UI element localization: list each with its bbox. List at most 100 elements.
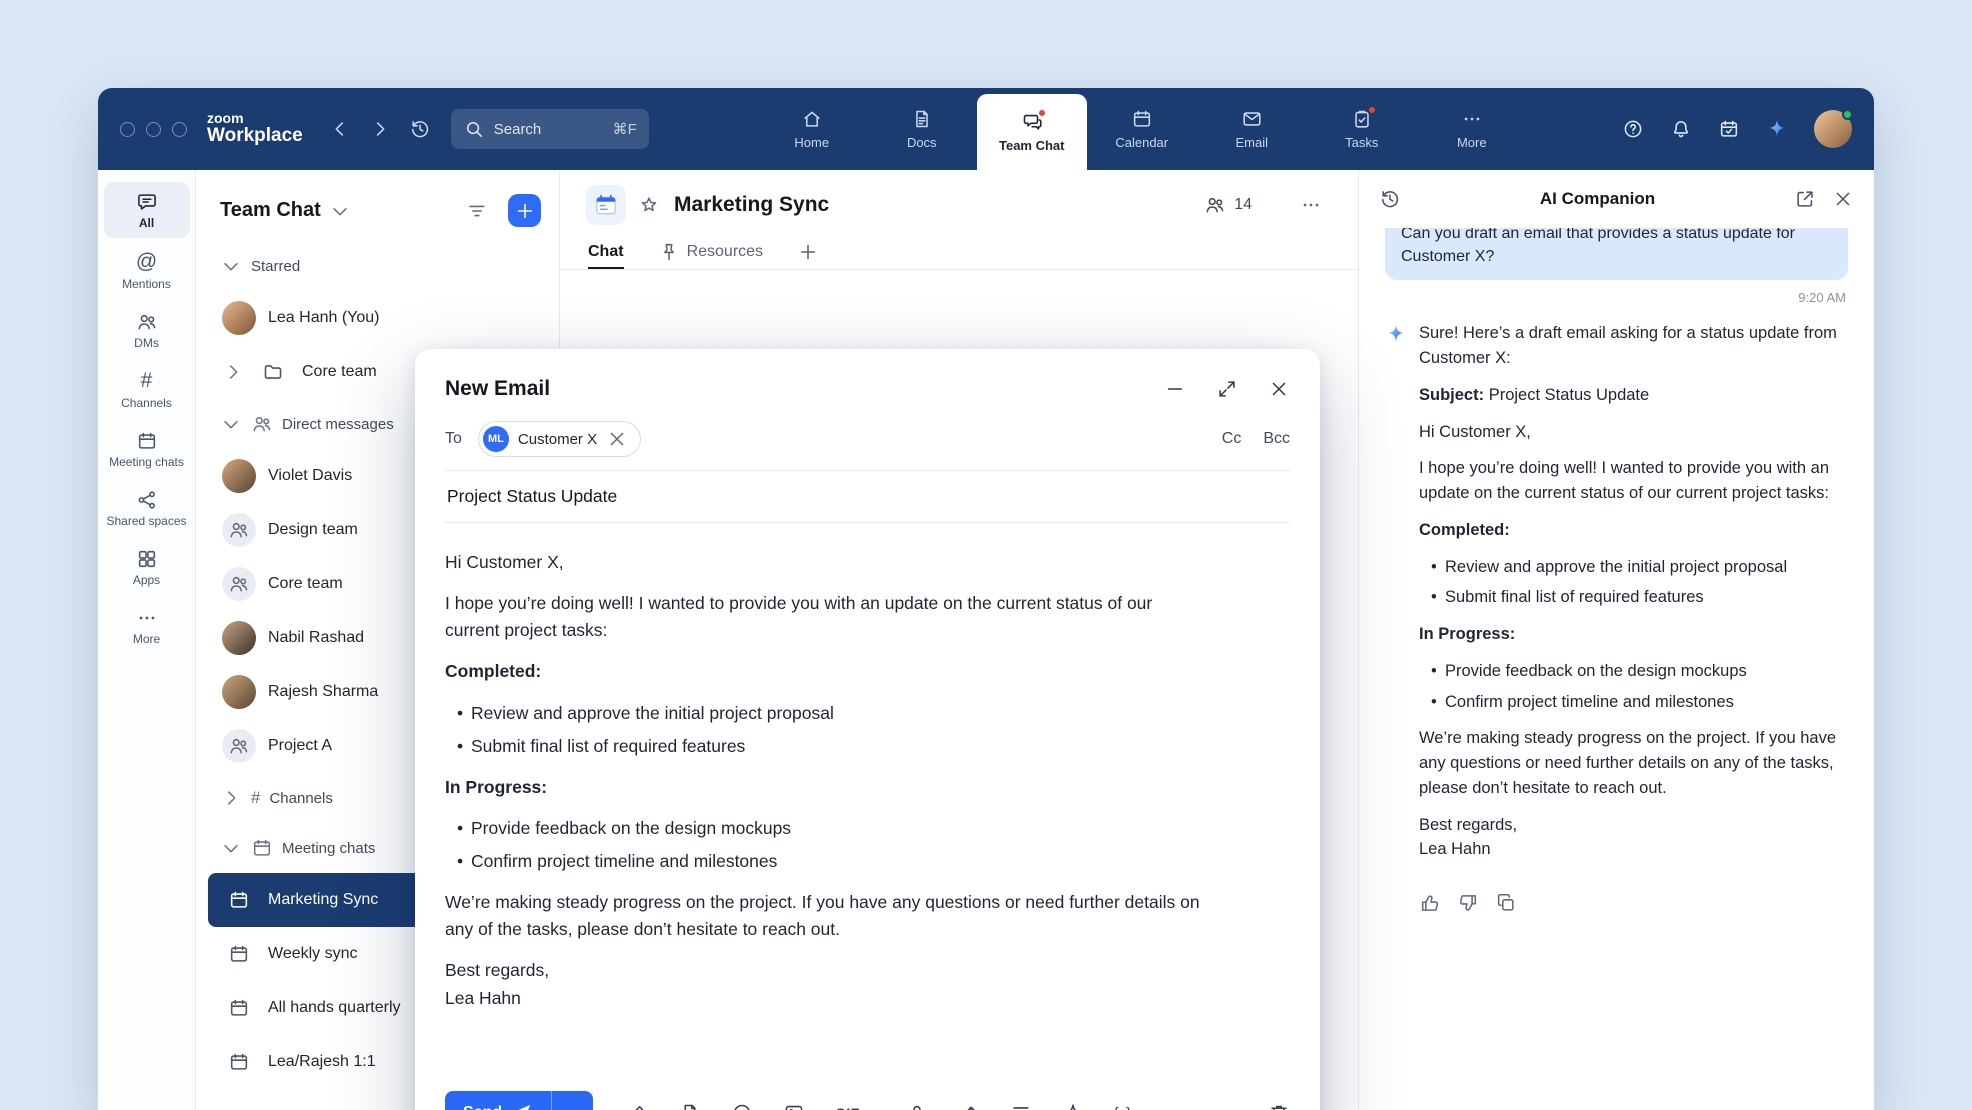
subject-field[interactable]: Project Status Update bbox=[445, 471, 1290, 523]
user-avatar[interactable] bbox=[1814, 110, 1852, 148]
code-snippet-button[interactable]: {x} bbox=[1114, 1105, 1132, 1110]
nav-tasks[interactable]: Tasks bbox=[1307, 88, 1417, 170]
thumbs-down-button[interactable] bbox=[1457, 892, 1479, 914]
list-item: Review and approve the initial project p… bbox=[453, 700, 1205, 727]
section-starred[interactable]: Starred bbox=[196, 241, 559, 291]
nav-docs[interactable]: Docs bbox=[867, 88, 977, 170]
bcc-button[interactable]: Bcc bbox=[1263, 430, 1290, 448]
rail-item-shared-spaces[interactable]: Shared spaces bbox=[104, 480, 190, 536]
forward-button[interactable] bbox=[369, 118, 391, 140]
rail-label: Meeting chats bbox=[109, 456, 184, 470]
section-label: Meeting chats bbox=[282, 840, 375, 857]
star-icon[interactable] bbox=[638, 194, 660, 216]
window-control-dot[interactable] bbox=[120, 122, 135, 137]
rail-label: Mentions bbox=[122, 278, 171, 292]
hash-icon: # bbox=[251, 789, 260, 807]
signature-button[interactable] bbox=[627, 1102, 649, 1110]
ai-companion-button[interactable] bbox=[1766, 118, 1788, 140]
logo-workplace: Workplace bbox=[207, 126, 303, 147]
tab-chat[interactable]: Chat bbox=[588, 234, 624, 269]
nav-email[interactable]: Email bbox=[1197, 88, 1307, 170]
app-body: All @ Mentions DMs # Channels Meeting ch… bbox=[98, 170, 1874, 1110]
cc-button[interactable]: Cc bbox=[1222, 430, 1242, 448]
lock-button[interactable] bbox=[906, 1102, 928, 1110]
list-item: Confirm project timeline and milestones bbox=[1427, 690, 1848, 715]
remove-recipient-icon[interactable] bbox=[606, 428, 628, 450]
email-greeting: Hi Customer X, bbox=[445, 549, 1205, 576]
emoji-button[interactable] bbox=[731, 1102, 753, 1110]
discard-button[interactable] bbox=[1268, 1102, 1290, 1110]
list-item-label: Violet Davis bbox=[268, 467, 352, 485]
new-chat-button[interactable] bbox=[508, 194, 541, 227]
thumbs-up-button[interactable] bbox=[1419, 892, 1441, 914]
primary-nav: Home Docs Team Chat Calendar Email Tasks bbox=[757, 88, 1527, 170]
nav-team-chat[interactable]: Team Chat bbox=[977, 94, 1087, 170]
channel-more-button[interactable] bbox=[1300, 194, 1322, 216]
open-in-new-window-button[interactable] bbox=[1794, 188, 1816, 210]
window-controls[interactable] bbox=[120, 122, 187, 137]
page-title: Marketing Sync bbox=[674, 193, 829, 217]
rail-label: Apps bbox=[133, 574, 160, 588]
help-button[interactable] bbox=[1622, 118, 1644, 140]
email-intro: I hope you’re doing well! I wanted to pr… bbox=[445, 590, 1205, 644]
list-item-lea-hanh[interactable]: Lea Hanh (You) bbox=[208, 291, 547, 345]
channel-tabs: Chat Resources bbox=[560, 234, 1358, 270]
list-item-label: Rajesh Sharma bbox=[268, 683, 378, 701]
nav-calendar[interactable]: Calendar bbox=[1087, 88, 1197, 170]
email-body-editor[interactable]: Hi Customer X, I hope you’re doing well!… bbox=[445, 523, 1205, 1075]
send-button[interactable]: Send bbox=[445, 1091, 551, 1110]
email-signature: Best regards,Lea Hahn bbox=[445, 957, 1205, 1011]
template-button[interactable] bbox=[679, 1102, 701, 1110]
close-button[interactable] bbox=[1268, 378, 1290, 400]
gif-button[interactable]: GIF bbox=[835, 1105, 860, 1110]
logo-zoom: zoom bbox=[207, 111, 303, 126]
close-panel-button[interactable] bbox=[1832, 188, 1854, 210]
notification-dot bbox=[1367, 105, 1377, 115]
rail-item-apps[interactable]: Apps bbox=[104, 539, 190, 595]
tab-resources[interactable]: Resources bbox=[658, 234, 763, 269]
send-options-button[interactable] bbox=[551, 1091, 593, 1110]
window-control-dot[interactable] bbox=[172, 122, 187, 137]
search-input[interactable]: Search ⌘F bbox=[451, 109, 649, 149]
rail-item-dms[interactable]: DMs bbox=[104, 302, 190, 358]
copy-button[interactable] bbox=[1495, 892, 1517, 914]
recipient-chip[interactable]: ML Customer X bbox=[478, 421, 641, 457]
nav-more[interactable]: More bbox=[1417, 88, 1527, 170]
rail-item-channels[interactable]: # Channels bbox=[104, 360, 190, 418]
rail-label: DMs bbox=[134, 337, 159, 351]
recipient-avatar: ML bbox=[483, 426, 509, 452]
notifications-button[interactable] bbox=[1670, 118, 1692, 140]
ai-history-button[interactable] bbox=[1379, 188, 1401, 210]
rail-item-all[interactable]: All bbox=[104, 182, 190, 238]
chevron-down-icon[interactable] bbox=[329, 200, 351, 222]
add-tab-button[interactable] bbox=[797, 241, 819, 263]
members-button[interactable]: 14 bbox=[1204, 194, 1252, 216]
expand-button[interactable] bbox=[1216, 378, 1238, 400]
nav-home[interactable]: Home bbox=[757, 88, 867, 170]
history-button[interactable] bbox=[409, 118, 431, 140]
format-button[interactable] bbox=[1010, 1102, 1032, 1110]
ai-response-greeting: Hi Customer X, bbox=[1419, 420, 1848, 445]
rail-item-mentions[interactable]: @ Mentions bbox=[104, 241, 190, 299]
filter-button[interactable] bbox=[466, 200, 488, 222]
rail-item-meeting-chats[interactable]: Meeting chats bbox=[104, 421, 190, 477]
more-options-button[interactable] bbox=[1161, 1102, 1183, 1110]
schedule-button[interactable] bbox=[1718, 118, 1740, 140]
calendar-icon bbox=[251, 837, 273, 859]
minimize-button[interactable] bbox=[1164, 378, 1186, 400]
nav-label: Email bbox=[1235, 135, 1268, 150]
image-button[interactable] bbox=[783, 1102, 805, 1110]
people-icon bbox=[251, 413, 273, 435]
nav-label: Calendar bbox=[1115, 135, 1168, 150]
email-inprogress-list: Provide feedback on the design mockups C… bbox=[445, 815, 1205, 875]
rail-label: Channels bbox=[121, 397, 172, 411]
ai-compose-button[interactable] bbox=[1062, 1102, 1084, 1110]
list-item-label: Core team bbox=[302, 363, 377, 381]
edit-button[interactable] bbox=[958, 1102, 980, 1110]
to-field[interactable]: To ML Customer X Cc Bcc bbox=[445, 421, 1290, 471]
compose-toolbar: Send GIF {x} bbox=[445, 1075, 1290, 1110]
back-button[interactable] bbox=[329, 118, 351, 140]
window-control-dot[interactable] bbox=[146, 122, 161, 137]
list-item: Submit final list of required features bbox=[1427, 585, 1848, 610]
rail-item-more[interactable]: More bbox=[104, 598, 190, 654]
